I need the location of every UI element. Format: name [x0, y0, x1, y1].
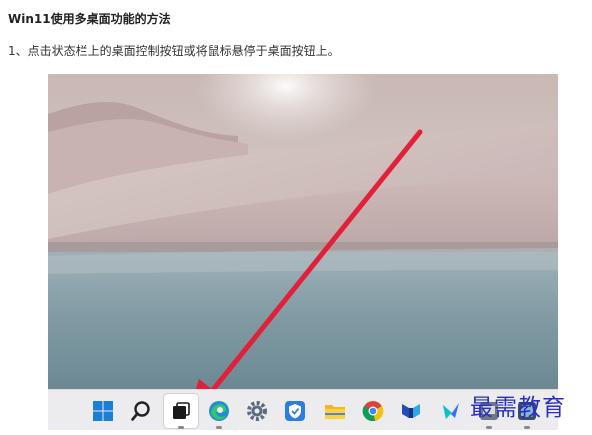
app-2-running-dot — [486, 426, 492, 429]
edge-running-dot — [216, 426, 222, 429]
step-text: 1、点击状态栏上的桌面控制按钮或将鼠标悬停于桌面按钮上。 — [8, 44, 340, 58]
security-icon[interactable] — [284, 400, 306, 422]
task-view-running-dot — [178, 426, 184, 429]
wallpaper — [48, 74, 558, 430]
app-3-running-dot — [524, 426, 530, 429]
start-icon[interactable] — [92, 400, 114, 422]
watermark: 最需教育 — [470, 395, 566, 421]
file-explorer-icon[interactable] — [324, 400, 346, 422]
search-icon[interactable] — [130, 400, 152, 422]
article-title: Win11使用多桌面功能的方法 — [8, 12, 171, 26]
article-page: Win11使用多桌面功能的方法 1、点击状态栏上的桌面控制按钮或将鼠标悬停于桌面… — [0, 0, 592, 435]
task-view-icon[interactable] — [170, 400, 192, 422]
feishu-icon[interactable] — [440, 400, 462, 422]
settings-icon[interactable] — [246, 400, 268, 422]
desktop-screenshot — [48, 74, 558, 430]
edge-icon[interactable] — [208, 400, 230, 422]
app-icon[interactable] — [400, 400, 422, 422]
chrome-icon[interactable] — [362, 400, 384, 422]
